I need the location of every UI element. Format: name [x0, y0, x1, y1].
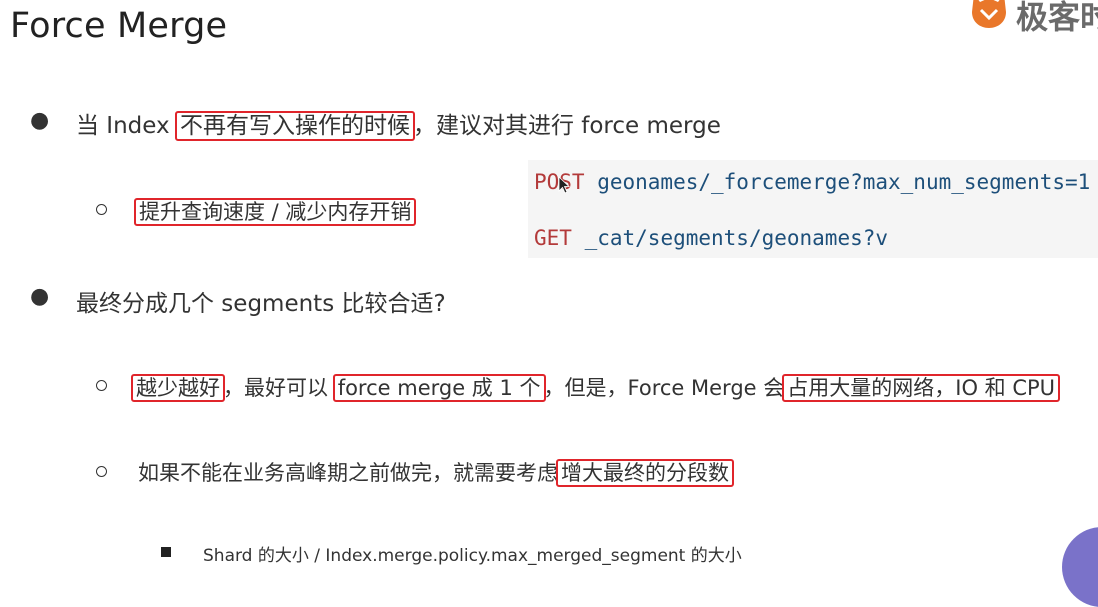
bullet-text-2b1: Shard 的大小 / Index.merge.policy.max_merge… — [203, 541, 742, 566]
slide-title: Force Merge — [10, 6, 228, 46]
presenter-avatar[interactable] — [1062, 527, 1098, 607]
highlight-no-writes: 不再有写入操作的时候 — [174, 111, 415, 141]
request-path: geonames/_forcemerge?max_num_segments=1 — [584, 170, 1091, 194]
brand-text: 极客时 — [1016, 0, 1098, 36]
bullet-text-1: 当 Index 不再有写入操作的时候 ，建议对其进行 force merge — [76, 106, 721, 141]
bullet-ring-icon — [96, 380, 107, 391]
highlight-resource-usage: 占用大量的网络，IO 和 CPU — [782, 374, 1061, 402]
text-segment: 如果不能在业务高峰期之前做完，就需要考虑 — [138, 461, 558, 485]
code-line-cat-segments: GET _cat/segments/geonames?v — [534, 226, 888, 250]
bullet-text-2a: 越少越好 ，最好可以 force merge 成 1 个，但是，Force Mer… — [131, 372, 1061, 402]
geek-time-logo-icon — [972, 0, 1006, 28]
highlight-fewer-better: 越少越好 — [131, 374, 225, 402]
highlight-speed-memory: 提升查询速度 / 减少内存开销 — [134, 198, 417, 226]
highlight-increase-segments: 增大最终的分段数 — [556, 459, 734, 487]
highlight-merge-to-one: force merge 成 1 个 — [332, 374, 546, 402]
http-method: GET — [534, 226, 572, 250]
bullet-square-icon — [161, 547, 171, 557]
bullet-text-1a: 提升查询速度 / 减少内存开销 — [134, 196, 417, 226]
text-segment: ，建议对其进行 force merge — [412, 113, 721, 139]
text-segment: Shard 的大小 / Index.merge.policy.max_merge… — [203, 546, 742, 566]
mouse-pointer-icon — [558, 176, 570, 194]
code-block: POST geonames/_forcemerge?max_num_segmen… — [528, 160, 1098, 258]
text-segment: ，最好可以 — [223, 376, 335, 400]
text-segment: 当 Index — [76, 113, 177, 139]
bullet-dot-icon: ● — [30, 108, 50, 133]
bullet-ring-icon — [96, 466, 107, 477]
bullet-text-2b: 如果不能在业务高峰期之前做完，就需要考虑 增大最终的分段数 — [138, 457, 734, 487]
bullet-text-2: 最终分成几个 segments 比较合适? — [76, 284, 446, 318]
brand-logo: 极客时 — [968, 0, 1098, 36]
bullet-ring-icon — [96, 204, 107, 215]
text-segment: 最终分成几个 segments 比较合适? — [76, 291, 446, 317]
bullet-dot-icon: ● — [30, 284, 50, 309]
code-line-forcemerge: POST geonames/_forcemerge?max_num_segmen… — [534, 170, 1090, 194]
request-path: _cat/segments/geonames?v — [571, 226, 889, 250]
text-segment: ，但是，Force Merge 会 — [543, 376, 785, 400]
